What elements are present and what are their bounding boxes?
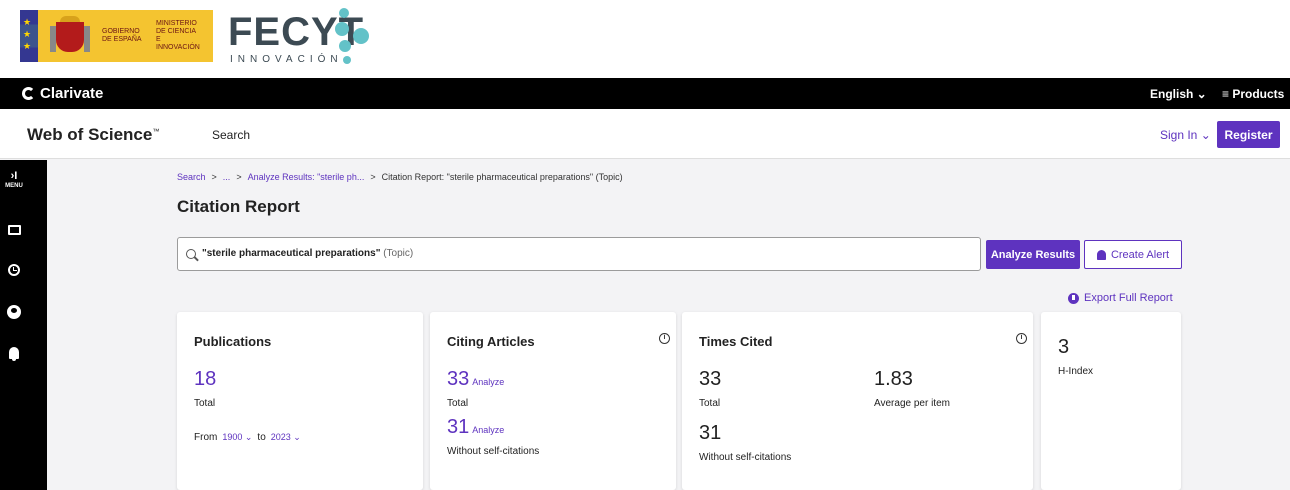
citing-total-label: Total <box>447 398 469 409</box>
h-index-label: H-Index <box>1058 366 1094 377</box>
card-title: Citing Articles <box>447 334 535 349</box>
citing-without-value[interactable]: 31 <box>447 416 469 438</box>
citing-articles-card: Citing Articles i 33 Analyze Total 31 Anal… <box>430 312 676 490</box>
folder-icon[interactable] <box>7 223 21 237</box>
fecyt-dots-icon <box>333 8 377 70</box>
query-search-box[interactable]: "sterile pharmaceutical preparations" (T… <box>177 237 981 271</box>
breadcrumb-current: Citation Report: "sterile pharmaceutical… <box>381 172 623 182</box>
times-cited-total-value: 33 <box>699 368 722 390</box>
analyze-link[interactable]: Analyze <box>472 377 504 387</box>
bell-icon <box>1096 249 1106 260</box>
times-cited-card: Times Cited i 33 Total 1.83 Average per … <box>682 312 1033 490</box>
side-rail: ›I MENU <box>0 160 47 490</box>
average-per-item-label: Average per item <box>874 398 950 409</box>
publications-total-label: Total <box>194 398 216 409</box>
analyze-link[interactable]: Analyze <box>472 425 504 435</box>
citing-total-row: 33 Analyze <box>447 368 504 391</box>
wos-logo[interactable]: Web of Science™ <box>27 125 159 145</box>
eu-flag-icon: ★ ★ ★ <box>20 10 38 62</box>
bell-icon[interactable] <box>7 346 21 361</box>
clarivate-icon <box>22 87 35 100</box>
average-per-item-value: 1.83 <box>874 368 913 390</box>
card-title: Publications <box>194 334 272 349</box>
page-title: Citation Report <box>177 197 300 216</box>
nav-search-link[interactable]: Search <box>212 128 250 142</box>
coat-of-arms-icon <box>50 14 90 58</box>
search-icon <box>186 249 196 259</box>
create-alert-button[interactable]: Create Alert <box>1084 240 1182 269</box>
clarivate-logo[interactable]: Clarivate <box>22 85 103 102</box>
year-range: From 1900 ⌄ to 2023 ⌄ <box>194 432 301 443</box>
register-button[interactable]: Register <box>1217 121 1280 148</box>
ministerio-text: MINISTERIO DE CIENCIA E INNOVACIÓN <box>156 20 200 51</box>
citing-without-label: Without self-citations <box>447 446 540 457</box>
clarivate-bar: Clarivate English ⌄ ≡ Products <box>0 78 1290 109</box>
times-cited-total-label: Total <box>699 398 721 409</box>
products-menu[interactable]: ≡ Products <box>1222 87 1284 101</box>
menu-toggle[interactable]: ›I MENU <box>0 170 28 189</box>
breadcrumb-search[interactable]: Search <box>177 172 206 182</box>
wos-header: Web of Science™ Search Sign In ⌄ Registe… <box>0 109 1290 159</box>
from-year-select[interactable]: 1900 ⌄ <box>222 432 252 443</box>
query-text: "sterile pharmaceutical preparations" (T… <box>202 248 414 259</box>
times-cited-without-label: Without self-citations <box>699 452 792 463</box>
to-year-select[interactable]: 2023 ⌄ <box>271 432 301 443</box>
info-icon[interactable]: i <box>1016 333 1027 344</box>
h-index-card: 3 H-Index <box>1041 312 1181 490</box>
user-icon[interactable] <box>7 305 21 319</box>
publications-value[interactable]: 18 <box>194 368 216 391</box>
citing-without-row: 31 Analyze <box>447 416 504 439</box>
breadcrumb-ellipsis[interactable]: ... <box>223 172 231 182</box>
export-full-report-link[interactable]: Export Full Report <box>1068 292 1173 304</box>
breadcrumb-analyze[interactable]: Analyze Results: "sterile ph... <box>248 172 365 182</box>
language-selector[interactable]: English ⌄ <box>1150 87 1207 101</box>
gobierno-logo: ★ ★ ★ GOBIERNO DE ESPAÑA MINISTERIO DE CIE… <box>20 10 213 62</box>
publications-card: Publications 18 Total From 1900 ⌄ to 202… <box>177 312 423 490</box>
history-icon[interactable] <box>7 263 21 277</box>
breadcrumb: Search > ... > Analyze Results: "sterile… <box>177 172 623 182</box>
analyze-results-button[interactable]: Analyze Results <box>986 240 1080 269</box>
citing-total-value[interactable]: 33 <box>447 368 469 390</box>
sponsor-banner: ★ ★ ★ GOBIERNO DE ESPAÑA MINISTERIO DE CIE… <box>0 0 1290 78</box>
card-title: Times Cited <box>699 334 773 349</box>
times-cited-without-value: 31 <box>699 422 722 444</box>
h-index-value: 3 <box>1058 336 1070 358</box>
sign-in-button[interactable]: Sign In ⌄ <box>1160 128 1211 142</box>
info-icon[interactable]: i <box>659 333 670 344</box>
gobierno-text: GOBIERNO DE ESPAÑA <box>102 28 142 43</box>
download-icon <box>1068 292 1079 304</box>
